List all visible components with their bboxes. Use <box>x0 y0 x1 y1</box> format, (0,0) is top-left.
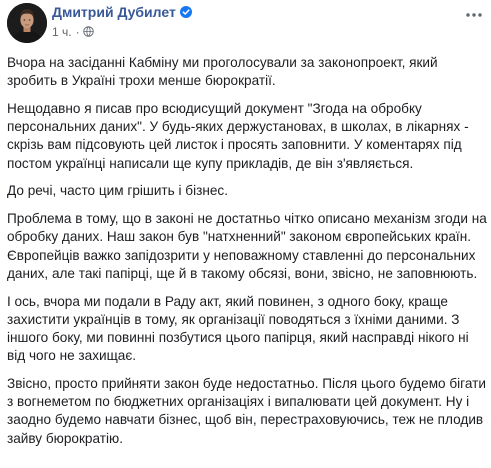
verified-badge-icon <box>179 6 192 18</box>
facebook-post: Дмитрий Дубилет 1 ч. · Вчора на засіданні… <box>0 0 491 468</box>
more-dots-icon[interactable] <box>465 9 483 21</box>
post-header: Дмитрий Дубилет 1 ч. · <box>7 3 491 45</box>
post-timestamp-link[interactable]: 1 ч. <box>52 25 72 39</box>
post-paragraph: І ось, вчора ми подали в Раду акт, який … <box>7 293 469 364</box>
post-paragraph: До речі, часто цим грішить і бізнес. <box>7 183 228 199</box>
globe-icon[interactable] <box>82 26 94 37</box>
author-name-link[interactable]: Дмитрий Дубилет <box>52 4 176 20</box>
post-body: Вчора на засіданні Кабміну ми проголосув… <box>7 54 487 448</box>
post-paragraph: Нещодавно я писав про всюдисущий докумен… <box>7 101 469 171</box>
post-paragraph: Вчора на засіданні Кабміну ми проголосув… <box>7 55 438 89</box>
post-paragraph: Звісно, просто прийняти закон буде недос… <box>7 376 486 446</box>
person-photo-avatar <box>7 3 47 43</box>
post-meta: 1 ч. · <box>52 25 94 39</box>
author-line: Дмитрий Дубилет <box>52 4 192 22</box>
author-avatar[interactable] <box>7 3 47 43</box>
post-paragraph: Проблема в тому, що в законі не достатнь… <box>7 211 487 281</box>
meta-separator: · <box>75 25 80 39</box>
